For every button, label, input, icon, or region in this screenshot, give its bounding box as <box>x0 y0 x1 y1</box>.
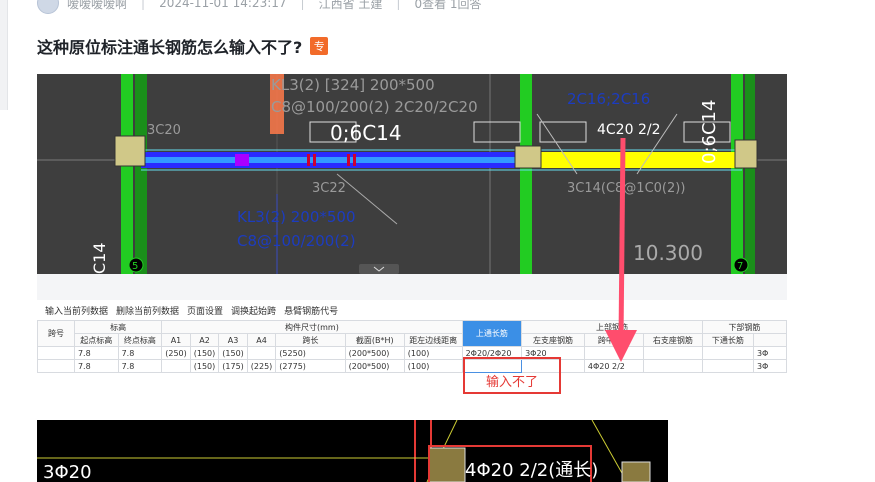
cad-label-stirrup: C8@100/200(2) 2C20/2C20 <box>271 98 478 116</box>
header-span-length: 跨长 <box>275 333 346 347</box>
cell[interactable] <box>642 346 703 360</box>
panel-toolbar: 输入当前列数据 删除当前列数据 页面设置 调换起始跨 悬臂钢筋代号 <box>37 300 787 320</box>
post-datetime: 2024-11-01 14:23:17 <box>159 0 287 10</box>
table-row[interactable]: 7.8 7.8 (250) (150) (150) (5250) (200*50… <box>37 346 787 360</box>
header-top-steel: 上部钢筋 <box>521 320 703 334</box>
table-header-row: 跨号 标高 构件尺寸(mm) 上通长筋 上部钢筋 下部钢筋 <box>37 320 787 347</box>
post-stats: 0查看 1回答 <box>414 0 482 11</box>
table-row[interactable]: 7.8 7.8 (150) (175) (225) (2775) (200*50… <box>37 359 787 373</box>
avatar[interactable] <box>37 0 59 14</box>
rebar-table: 跨号 标高 构件尺寸(mm) 上通长筋 上部钢筋 下部钢筋 起点标高 终点标高 … <box>37 320 787 373</box>
header-bottom-through: 下通长筋 <box>701 333 754 347</box>
toolbar-delete-column[interactable]: 删除当前列数据 <box>116 304 179 317</box>
header-end-elev: 终点标高 <box>117 333 163 347</box>
annotation-text: 输入不了 <box>486 375 539 390</box>
cad-label-06c14-vertical: 0;6C14 <box>699 100 720 164</box>
header-a4: A4 <box>246 333 277 347</box>
cell[interactable] <box>701 346 754 360</box>
cell[interactable] <box>583 346 644 360</box>
cad-label-4c20: 4C20 2/2 <box>597 122 660 138</box>
cad-label-4phi20-through: 4Φ20 2/2(通长) <box>465 460 598 481</box>
header-a1: A1 <box>161 333 191 347</box>
rebar-input-panel: 输入当前列数据 删除当前列数据 页面设置 调换起始跨 悬臂钢筋代号 跨号 标高 … <box>37 300 787 378</box>
cell[interactable]: (200*500) <box>344 346 405 360</box>
axis-label-5: 5 <box>132 261 138 272</box>
toolbar-cantilever-code[interactable]: 悬臂钢筋代号 <box>284 304 338 317</box>
cell-mid-span[interactable]: 4Φ20 2/2 <box>583 359 644 373</box>
cell[interactable]: (5250) <box>275 346 346 360</box>
cell[interactable]: (200*500) <box>344 359 405 373</box>
post-location: 江西省 土建 <box>318 0 383 11</box>
cad-label-c14-vertical: C14 <box>90 242 109 274</box>
cell[interactable]: 3Φ <box>752 359 787 373</box>
header-dims: 构件尺寸(mm) <box>161 320 463 334</box>
post-meta: 嗳嗳嗳嗳啊 | 2024-11-01 14:23:17 | 江西省 土建 | 0… <box>37 0 482 14</box>
cell[interactable] <box>161 359 191 373</box>
cad-label-3c20: 3C20 <box>147 123 181 138</box>
cad-label-c8-faded: C8@100/200(2) <box>237 232 356 250</box>
author-name[interactable]: 嗳嗳嗳嗳啊 <box>67 0 127 12</box>
cell[interactable]: (2775) <box>275 359 346 373</box>
meta-separator: | <box>300 0 305 10</box>
cell[interactable]: (100) <box>403 359 463 373</box>
cell[interactable]: (225) <box>246 359 277 373</box>
question-title: 这种原位标注通长钢筋怎么输入不了? <box>37 38 303 57</box>
cad-label-3phi20: 3Φ20 <box>43 462 92 482</box>
image-gap <box>37 274 787 300</box>
header-a3: A3 <box>218 333 248 347</box>
cell[interactable] <box>37 359 75 373</box>
header-top-through[interactable]: 上通长筋 <box>461 320 523 347</box>
header-start-elev: 起点标高 <box>73 333 119 347</box>
cell[interactable]: (150) <box>189 346 220 360</box>
cad-screenshot-bottom[interactable]: 3Φ20 4Φ20 2/2(通长) <box>37 420 668 482</box>
cell[interactable] <box>642 359 703 373</box>
header-elevation: 标高 <box>73 320 163 334</box>
header-left-support: 左支座钢筋 <box>521 333 585 347</box>
cell[interactable]: (150) <box>189 359 220 373</box>
cad-label-3c22: 3C22 <box>312 181 346 196</box>
cell[interactable]: 7.8 <box>117 359 163 373</box>
toolbar-input-column[interactable]: 输入当前列数据 <box>45 304 108 317</box>
cad-screenshot-top[interactable]: 5 7 KL3(2) [324] 200*500 C8@100/200(2) 2… <box>37 74 787 274</box>
cad-label-3c14: 3C14(C8@1C0(2)) <box>567 181 685 196</box>
meta-separator: | <box>141 0 146 10</box>
cell[interactable]: 7.8 <box>117 346 163 360</box>
cad-label-06c14: 0;6C14 <box>330 121 402 145</box>
toolbar-swap-start-span[interactable]: 调换起始跨 <box>231 304 276 317</box>
meta-separator: | <box>396 0 401 10</box>
cad-label-2c16: 2C16;2C16 <box>567 90 650 108</box>
header-left-offset: 距左边线距离 <box>403 333 463 347</box>
cell[interactable]: (175) <box>218 359 248 373</box>
axis-label-7: 7 <box>737 261 743 272</box>
cell[interactable]: (150) <box>218 346 248 360</box>
cell[interactable]: 7.8 <box>73 346 119 360</box>
cell[interactable]: (250) <box>161 346 191 360</box>
sidebar-strip <box>0 0 7 110</box>
cell[interactable]: 7.8 <box>73 359 119 373</box>
header-extra <box>752 333 787 347</box>
cad-drawing-bottom: 3Φ20 4Φ20 2/2(通长) <box>37 420 651 482</box>
header-section: 截面(B*H) <box>344 333 405 347</box>
cad-label-kl3: KL3(2) [324] 200*500 <box>271 76 435 94</box>
cell[interactable] <box>701 359 754 373</box>
question-title-row: 这种原位标注通长钢筋怎么输入不了? 专 <box>37 34 329 58</box>
cad-label-kl3-faded: KL3(2) 200*500 <box>237 208 356 226</box>
sidebar-divider <box>7 0 8 110</box>
cell[interactable] <box>246 346 277 360</box>
header-right-support: 右支座钢筋 <box>642 333 703 347</box>
cell[interactable] <box>37 346 75 360</box>
header-mid-span: 跨中钢筋 <box>583 333 644 347</box>
table-subheader-row: 起点标高 终点标高 A1 A2 A3 A4 跨长 截面(B*H) 距左边线距离 … <box>38 333 787 347</box>
cad-label-elevation: 10.300 <box>633 241 703 265</box>
header-a2: A2 <box>189 333 220 347</box>
cell[interactable]: 3Φ <box>752 346 787 360</box>
toolbar-page-setup[interactable]: 页面设置 <box>187 304 223 317</box>
expert-badge: 专 <box>310 37 329 55</box>
cad-drawing: 5 7 KL3(2) [324] 200*500 C8@100/200(2) 2… <box>37 74 787 274</box>
rebar-grid: 跨号 标高 构件尺寸(mm) 上通长筋 上部钢筋 下部钢筋 起点标高 终点标高 … <box>37 320 787 373</box>
header-bottom-steel: 下部钢筋 <box>701 320 787 334</box>
cell[interactable]: (100) <box>403 346 463 360</box>
header-span-no: 跨号 <box>37 320 75 347</box>
